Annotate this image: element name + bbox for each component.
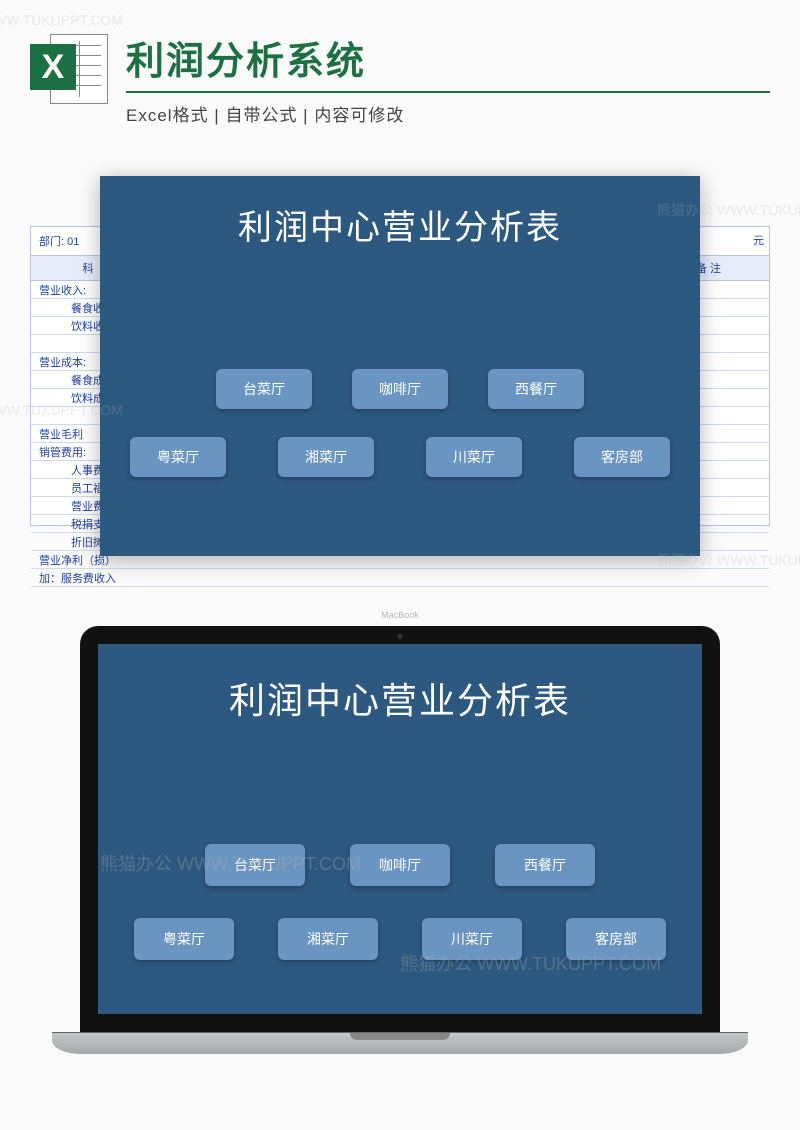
dept-button-sichuan[interactable]: 川菜厅 <box>426 437 522 477</box>
panel-title: 利润中心营业分析表 <box>120 200 680 249</box>
dept-button-sichuan[interactable]: 川菜厅 <box>422 918 522 960</box>
laptop-screen: 利润中心营业分析表 台菜厅 咖啡厅 西餐厅 粤菜厅 湘菜厅 川菜厅 客房部 Ma… <box>80 626 720 1032</box>
preview-laptop: 利润中心营业分析表 台菜厅 咖啡厅 西餐厅 粤菜厅 湘菜厅 川菜厅 客房部 Ma… <box>80 626 720 1054</box>
panel-title: 利润中心营业分析表 <box>122 672 678 724</box>
laptop-brand: MacBook <box>381 610 419 620</box>
dept-button-rooms[interactable]: 客房部 <box>566 918 666 960</box>
analysis-panel: 利润中心营业分析表 台菜厅 咖啡厅 西餐厅 粤菜厅 湘菜厅 川菜厅 客房部 <box>100 176 700 556</box>
unit-label: 元 <box>753 232 764 248</box>
dept-button-hunan[interactable]: 湘菜厅 <box>278 918 378 960</box>
dept-button-cantonese[interactable]: 粤菜厅 <box>134 918 234 960</box>
dept-button-rooms[interactable]: 客房部 <box>574 437 670 477</box>
dept-button-taiwan[interactable]: 台菜厅 <box>205 844 305 886</box>
dept-button-taiwan[interactable]: 台菜厅 <box>216 369 312 409</box>
dept-button-western[interactable]: 西餐厅 <box>495 844 595 886</box>
page-subtitle: Excel格式 | 自带公式 | 内容可修改 <box>126 91 770 126</box>
dept-button-cantonese[interactable]: 粤菜厅 <box>130 437 226 477</box>
excel-icon: X <box>30 30 108 108</box>
table-row: 加：服务费收入 <box>31 569 769 587</box>
page-header: X 利润分析系统 Excel格式 | 自带公式 | 内容可修改 <box>0 0 800 146</box>
preview-spreadsheet-panel: 部门: 01 科 目 备 注 营业收入: 餐食收 饮料收 营业成本: 餐食成 饮… <box>30 176 770 556</box>
laptop-base <box>52 1032 748 1054</box>
dept-button-coffee[interactable]: 咖啡厅 <box>352 369 448 409</box>
dept-button-hunan[interactable]: 湘菜厅 <box>278 437 374 477</box>
dept-button-coffee[interactable]: 咖啡厅 <box>350 844 450 886</box>
analysis-panel-laptop: 利润中心营业分析表 台菜厅 咖啡厅 西餐厅 粤菜厅 湘菜厅 川菜厅 客房部 <box>98 644 702 1014</box>
dept-button-western[interactable]: 西餐厅 <box>488 369 584 409</box>
page-title: 利润分析系统 <box>126 30 770 85</box>
